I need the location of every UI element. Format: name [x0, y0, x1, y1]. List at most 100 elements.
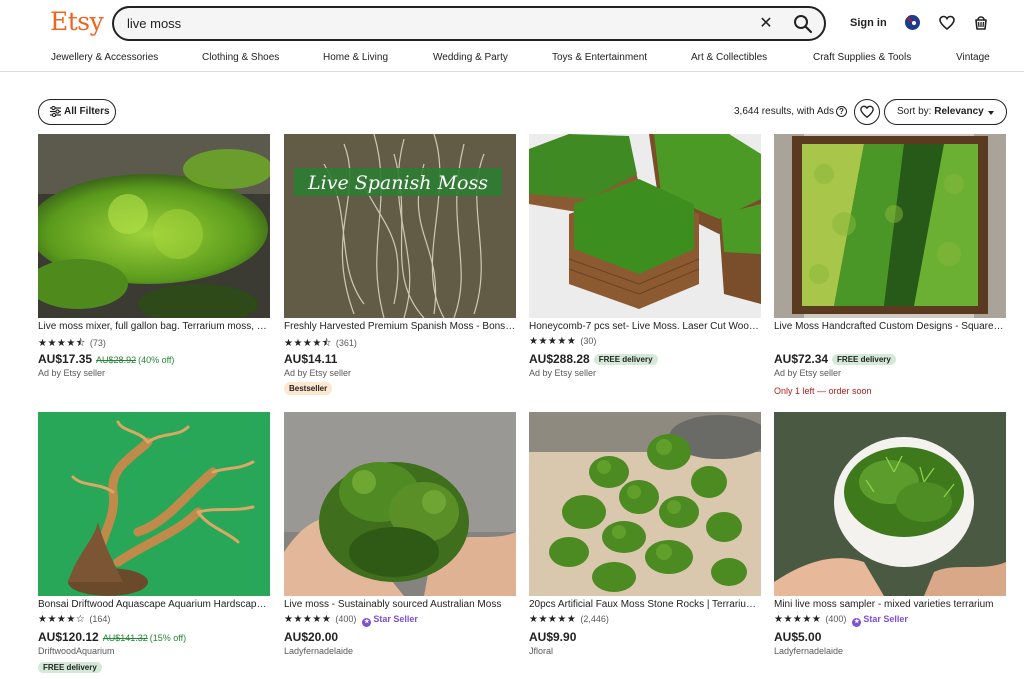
sort-value: Relevancy: [934, 106, 984, 117]
price-line: AU$5.00: [774, 628, 821, 646]
seller-name[interactable]: Ladyfernadelaide: [284, 646, 353, 656]
listing-image[interactable]: [774, 134, 1006, 318]
category-nav: Jewellery & Accessories Clothing & Shoes…: [0, 46, 1024, 72]
price-line: AU$288.28 FREE delivery: [529, 350, 658, 368]
heart-icon[interactable]: [939, 15, 955, 31]
category-link[interactable]: Craft Supplies & Tools: [813, 52, 911, 63]
price-line: AU$20.00: [284, 628, 338, 646]
category-link[interactable]: Toys & Entertainment: [552, 52, 647, 63]
discount-text: (40% off): [138, 355, 175, 365]
basket-icon[interactable]: [973, 14, 989, 31]
site-header: Etsy live moss ✕ Sign in: [0, 0, 1024, 46]
listing-rating: ★★★★⯪ (361): [284, 336, 357, 349]
price-line: AU$9.90: [529, 628, 576, 646]
star-rating: ★★★★★: [284, 614, 332, 625]
seller-line: Ad by Etsy seller: [284, 368, 352, 378]
sign-in-link[interactable]: Sign in: [850, 17, 887, 29]
bestseller-badge: Bestseller: [284, 382, 333, 395]
listing-title[interactable]: 20pcs Artificial Faux Moss Stone Rocks |…: [529, 599, 761, 610]
category-link[interactable]: Vintage: [956, 52, 990, 63]
star-rating: ★★★★★: [774, 614, 822, 625]
listing-title[interactable]: Live moss mixer, full gallon bag. Terrar…: [38, 321, 270, 332]
listing-image[interactable]: [529, 134, 761, 318]
star-seller-label: Star Seller: [863, 614, 908, 624]
low-stock-text: Only 1 left — order soon: [774, 386, 872, 396]
category-link[interactable]: Clothing & Shoes: [202, 52, 279, 63]
listing-price: AU$288.28: [529, 352, 590, 366]
star-seller-icon: ★: [362, 618, 372, 627]
listing-rating: ★★★★★ (400) ★ Star Seller: [284, 614, 418, 627]
question-icon[interactable]: ?: [836, 106, 847, 117]
listing-price: AU$20.00: [284, 630, 339, 644]
star-rating: ★★★★⯪: [38, 338, 86, 349]
review-count: (30): [580, 336, 597, 346]
sliders-icon: [50, 106, 61, 117]
all-filters-label: All Filters: [64, 106, 110, 117]
seller-line: Ad by Etsy seller: [38, 368, 106, 378]
listing-image[interactable]: [774, 412, 1006, 596]
star-seller-badge: ★ Star Seller: [852, 614, 908, 627]
listing-title[interactable]: Bonsai Driftwood Aquascape Aquarium Hard…: [38, 599, 270, 610]
listing-rating: ★★★★☆ (164): [38, 614, 110, 626]
discount-text: (15% off): [149, 633, 187, 643]
review-count: (400): [825, 614, 847, 624]
free-delivery-badge: FREE delivery: [832, 354, 896, 365]
listing-image[interactable]: [38, 134, 270, 318]
star-rating: ★★★★⯪: [284, 338, 332, 349]
seller-name[interactable]: Jfloral: [529, 646, 553, 656]
review-count: (2,446): [580, 614, 609, 624]
all-filters-button[interactable]: All Filters: [38, 99, 116, 125]
star-seller-label: Star Seller: [373, 614, 418, 624]
listing-title[interactable]: Freshly Harvested Premium Spanish Moss -…: [284, 321, 516, 332]
category-link[interactable]: Art & Collectibles: [691, 52, 767, 63]
category-link[interactable]: Wedding & Party: [433, 52, 508, 63]
star-seller-badge: ★ Star Seller: [362, 614, 418, 627]
review-count: (361): [335, 338, 357, 348]
star-rating: ★★★★★: [529, 336, 577, 347]
listing-price: AU$9.90: [529, 630, 577, 644]
seller-name[interactable]: DriftwoodAquarium: [38, 646, 115, 656]
free-delivery-badge: FREE delivery: [593, 354, 658, 365]
listing-title[interactable]: Live Moss Handcrafted Custom Designs - S…: [774, 321, 1006, 332]
star-rating: ★★★★☆: [38, 614, 86, 625]
sort-dropdown[interactable]: Sort by: Relevancy: [884, 99, 1007, 125]
listing-rating: ★★★★★ (30): [529, 336, 596, 348]
review-count: (400): [335, 614, 357, 624]
listing-image[interactable]: Live Spanish Moss: [284, 134, 516, 318]
listing-rating: ★★★★★ (400) ★ Star Seller: [774, 614, 908, 627]
close-icon[interactable]: ✕: [756, 14, 776, 34]
listing-image[interactable]: [284, 412, 516, 596]
category-link[interactable]: Jewellery & Accessories: [51, 52, 158, 63]
free-delivery-badge: FREE delivery: [38, 662, 102, 673]
category-link[interactable]: Home & Living: [323, 52, 388, 63]
listing-image[interactable]: [529, 412, 761, 596]
search-icon[interactable]: [792, 13, 814, 35]
australia-flag-icon[interactable]: [905, 15, 920, 30]
listing-rating: ★★★★⯪ (73): [38, 336, 106, 349]
price-line: AU$120.12 AU$141.32 (15% off): [38, 628, 186, 646]
price-line: AU$72.34 FREE delivery: [774, 350, 896, 368]
listing-title[interactable]: Mini live moss sampler - mixed varieties…: [774, 599, 1006, 610]
chevron-down-icon: [988, 111, 994, 115]
save-search-button[interactable]: [854, 99, 880, 125]
listing-price: AU$120.12: [38, 630, 99, 644]
review-count: (73): [89, 338, 106, 348]
star-rating: ★★★★★: [529, 614, 577, 625]
etsy-logo[interactable]: Etsy: [50, 7, 104, 36]
review-count: (164): [89, 614, 111, 624]
search-bar[interactable]: live moss ✕: [112, 6, 826, 41]
listing-title[interactable]: Live moss - Sustainably sourced Australi…: [284, 599, 516, 610]
original-price: AU$28.92: [96, 355, 137, 365]
results-count: 3,644 results, with Ads: [734, 106, 835, 117]
price-line: AU$17.35 AU$28.92 (40% off): [38, 350, 174, 368]
listing-image[interactable]: [38, 412, 270, 596]
listing-title[interactable]: Honeycomb-7 pcs set- Live Moss. Laser Cu…: [529, 321, 761, 332]
star-seller-icon: ★: [852, 618, 862, 627]
listing-price: AU$14.11: [284, 352, 338, 366]
seller-name[interactable]: Ladyfernadelaide: [774, 646, 843, 656]
seller-line: Ad by Etsy seller: [774, 368, 842, 378]
heart-icon: [860, 105, 874, 119]
listing-price: AU$5.00: [774, 630, 822, 644]
search-input[interactable]: live moss: [127, 16, 181, 31]
sort-prefix: Sort by:: [897, 106, 935, 117]
